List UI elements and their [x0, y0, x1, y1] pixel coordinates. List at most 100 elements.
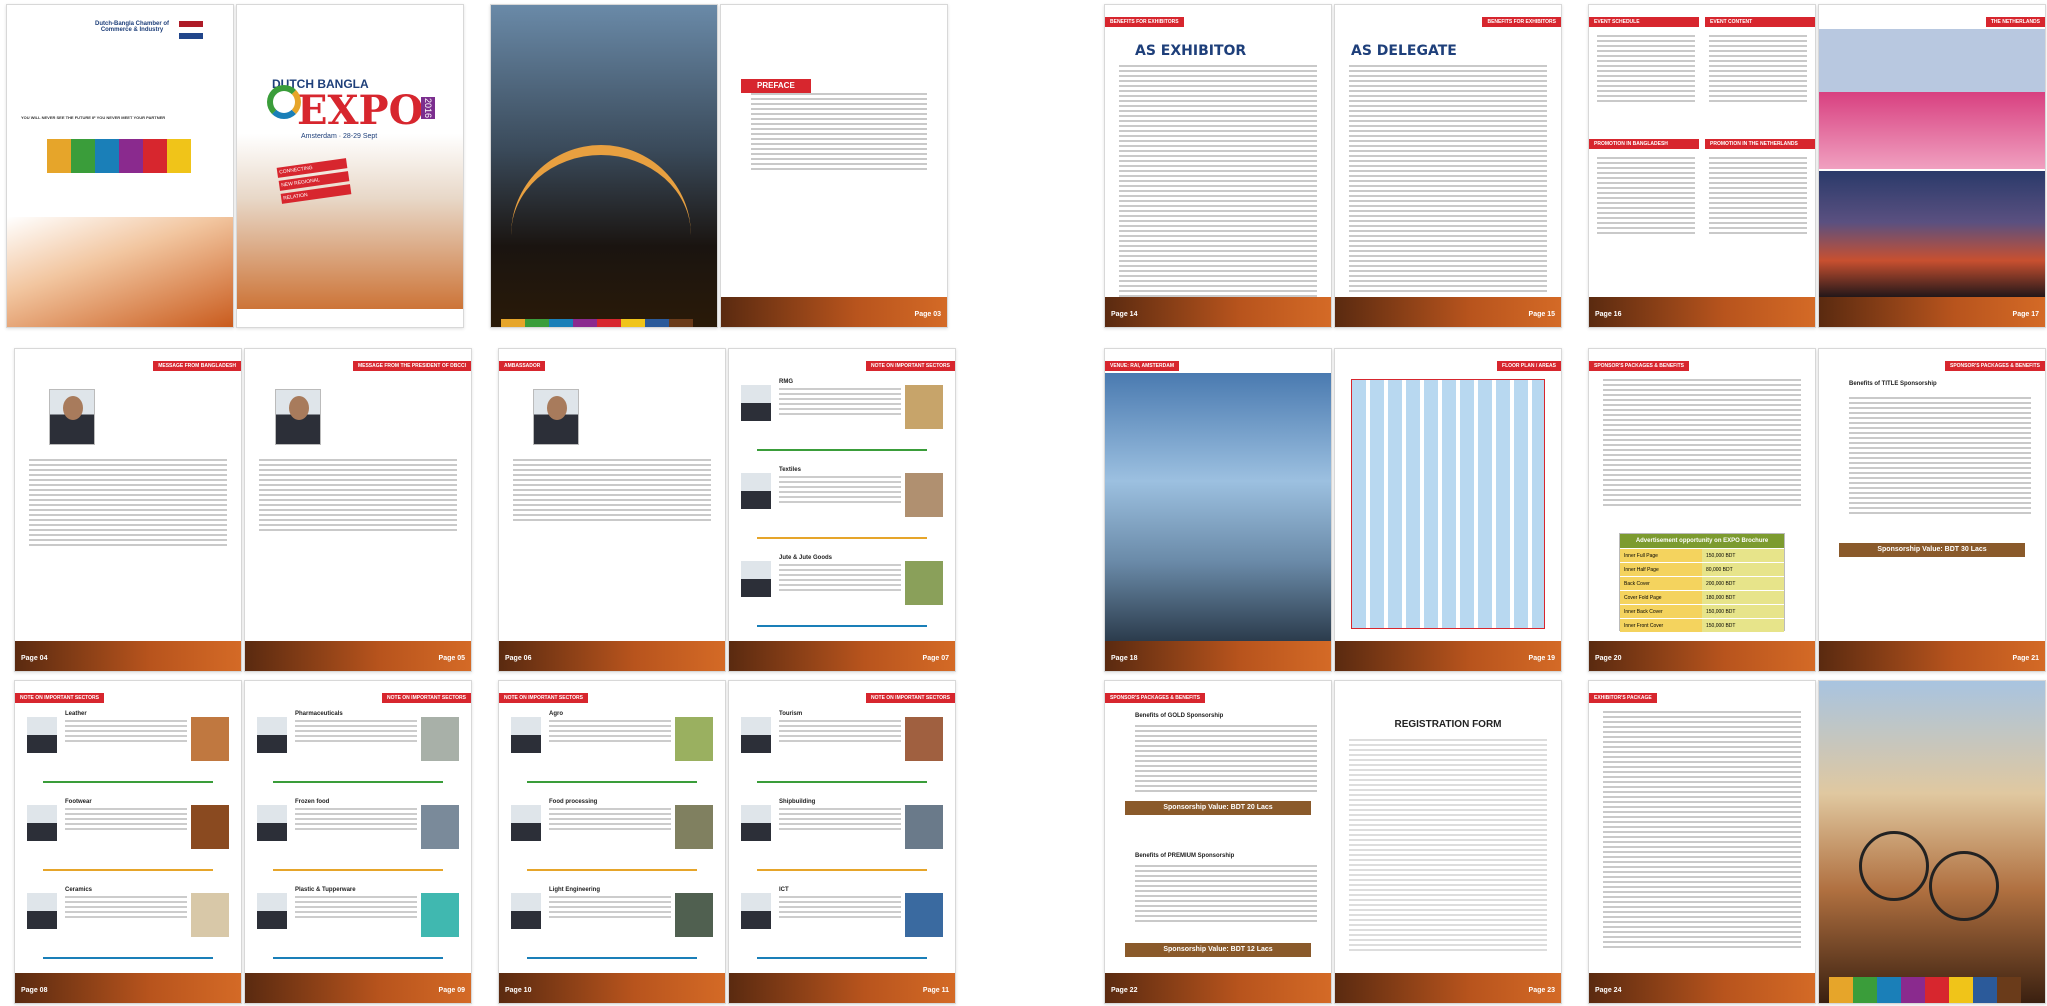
sector-title: RMG	[779, 379, 793, 385]
bicycles-photo-page	[1818, 680, 2046, 1004]
sector-block: Shipbuilding	[741, 799, 943, 885]
preface-title: PREFACE	[741, 79, 811, 93]
section-tag: EXHIBITOR'S PACKAGE	[1589, 693, 1657, 703]
sector-title: Tourism	[779, 711, 803, 717]
exhibitor-package-page: EXHIBITOR'S PACKAGE Page 24	[1588, 680, 1816, 1004]
page-number: Page 17	[2012, 311, 2039, 318]
section-tag: SPONSOR'S PACKAGES & BENEFITS	[1105, 693, 1205, 703]
sector-block: Frozen food	[257, 799, 459, 885]
message-text	[259, 459, 457, 534]
adv-label: Back Cover	[1620, 577, 1702, 590]
message-president-page: MESSAGE FROM THE PRESIDENT OF DBCCI Page…	[244, 348, 472, 672]
floor-plan-diagram	[1351, 379, 1545, 629]
adv-price: 80,000 BDT	[1702, 563, 1784, 576]
page-number: Page 22	[1111, 987, 1138, 994]
page-number: Page 18	[1111, 655, 1138, 662]
adv-price: 200,000 BDT	[1702, 577, 1784, 590]
sectors-page-1: NOTE ON IMPORTANT SECTORS RMG Textiles J…	[728, 348, 956, 672]
page-number: Page 08	[21, 987, 48, 994]
sector-title: Shipbuilding	[779, 799, 816, 805]
message-text	[29, 459, 227, 549]
chamber-name: Dutch-Bangla Chamber of Commerce & Indus…	[94, 21, 169, 33]
gold-premium-page: SPONSOR'S PACKAGES & BENEFITS Benefits o…	[1104, 680, 1332, 1004]
section-tag: MESSAGE FROM BANGLADESH	[153, 361, 241, 371]
sector-title: Frozen food	[295, 799, 330, 805]
netherlands-page: THE NETHERLANDS Page 17	[1818, 4, 2046, 328]
message-bangladesh-page: MESSAGE FROM BANGLADESH Page 04	[14, 348, 242, 672]
page-number: Page 14	[1111, 311, 1138, 318]
portrait-photo	[275, 389, 321, 445]
logo-ring-icon	[267, 85, 301, 119]
page-number: Page 23	[1528, 987, 1555, 994]
sponsor-logo-strip	[237, 309, 463, 327]
section-tag: PROMOTION IN BANGLADESH	[1589, 139, 1699, 149]
sector-photo	[675, 717, 713, 761]
portrait-photo	[533, 389, 579, 445]
section-tag: SPONSOR'S PACKAGES & BENEFITS	[1589, 361, 1689, 371]
page-number: Page 03	[914, 311, 941, 318]
sector-photo	[191, 717, 229, 761]
expo-place: Amsterdam · 28-29 Sept	[301, 133, 378, 140]
sector-title: Textiles	[779, 467, 801, 473]
sector-block: Jute & Jute Goods	[741, 555, 943, 641]
benefits-premium: Benefits of PREMIUM Sponsorship	[1135, 853, 1235, 859]
benefits-title: Benefits of TITLE Sponsorship	[1849, 381, 1937, 387]
sponsorship-value: Sponsorship Value: BDT 12 Lacs	[1125, 943, 1311, 957]
sponsorship-value: Sponsorship Value: BDT 30 Lacs	[1839, 543, 2025, 557]
title-sponsorship-page: SPONSOR'S PACKAGES & BENEFITS Benefits o…	[1818, 348, 2046, 672]
adv-price: 180,000 BDT	[1702, 591, 1784, 604]
section-tag: SPONSOR'S PACKAGES & BENEFITS	[1945, 361, 2045, 371]
sector-block: Agro	[511, 711, 713, 797]
sector-block: Tourism	[741, 711, 943, 797]
adv-label: Inner Back Cover	[1620, 605, 1702, 618]
expo-year: 2016	[421, 97, 435, 120]
adv-label: Inner Half Page	[1620, 563, 1702, 576]
cover-front-page: DUTCH BANGLA EXPO 2016 Amsterdam · 28-29…	[236, 4, 464, 328]
page-number: Page 20	[1595, 655, 1622, 662]
section-tag: FLOOR PLAN / AREAS	[1497, 361, 1561, 371]
sector-title: Pharmaceuticals	[295, 711, 343, 717]
section-tag: NOTE ON IMPORTANT SECTORS	[382, 693, 471, 703]
sector-photo	[421, 717, 459, 761]
cover-back-page: Dutch-Bangla Chamber of Commerce & Indus…	[6, 4, 234, 328]
adv-price: 150,000 BDT	[1702, 619, 1784, 632]
page-number: Page 15	[1528, 311, 1555, 318]
sector-title: Footwear	[65, 799, 92, 805]
venue-building-photo	[1105, 373, 1331, 643]
sector-title: Light Engineering	[549, 887, 600, 893]
adv-label: Inner Front Cover	[1620, 619, 1702, 632]
bridge-lights	[511, 145, 691, 235]
advertisement-header: Advertisement opportunity on EXPO Brochu…	[1620, 534, 1784, 548]
sector-photo	[905, 561, 943, 605]
page-number: Page 10	[505, 987, 532, 994]
page-number: Page 09	[438, 987, 465, 994]
sector-title: Food processing	[549, 799, 598, 805]
page-number: Page 06	[505, 655, 532, 662]
sector-photo	[675, 893, 713, 937]
portrait-photo	[49, 389, 95, 445]
advertisement-table: Advertisement opportunity on EXPO Brochu…	[1619, 533, 1785, 632]
section-tag: NOTE ON IMPORTANT SECTORS	[866, 693, 955, 703]
exhibitor-text	[1119, 65, 1317, 300]
color-swatches	[47, 139, 191, 173]
orange-swoosh	[7, 217, 233, 327]
registration-title: REGISTRATION FORM	[1394, 719, 1502, 730]
page-number: Page 21	[2012, 655, 2039, 662]
sector-title: Plastic & Tupperware	[295, 887, 356, 893]
registration-form-page: REGISTRATION FORM Page 23	[1334, 680, 1562, 1004]
section-tag: EVENT SCHEDULE	[1589, 17, 1699, 27]
sector-title: Leather	[65, 711, 87, 717]
section-tag: EVENT CONTENT	[1705, 17, 1815, 27]
sector-portrait	[741, 473, 771, 509]
sector-block: Food processing	[511, 799, 713, 885]
section-tag: NOTE ON IMPORTANT SECTORS	[866, 361, 955, 371]
sector-photo	[191, 893, 229, 937]
bicycle-wheel	[1929, 851, 1999, 921]
sectors-page-2: NOTE ON IMPORTANT SECTORS Leather Footwe…	[14, 680, 242, 1004]
sector-block: Textiles	[741, 467, 943, 553]
sector-portrait	[741, 385, 771, 421]
sector-title: Ceramics	[65, 887, 93, 893]
sector-photo	[905, 805, 943, 849]
exhibitor-page: BENEFITS FOR EXHIBITORS AS EXHIBITOR Pag…	[1104, 4, 1332, 328]
delegate-page: BENEFITS FOR EXHIBITORS AS DELEGATE Page…	[1334, 4, 1562, 328]
